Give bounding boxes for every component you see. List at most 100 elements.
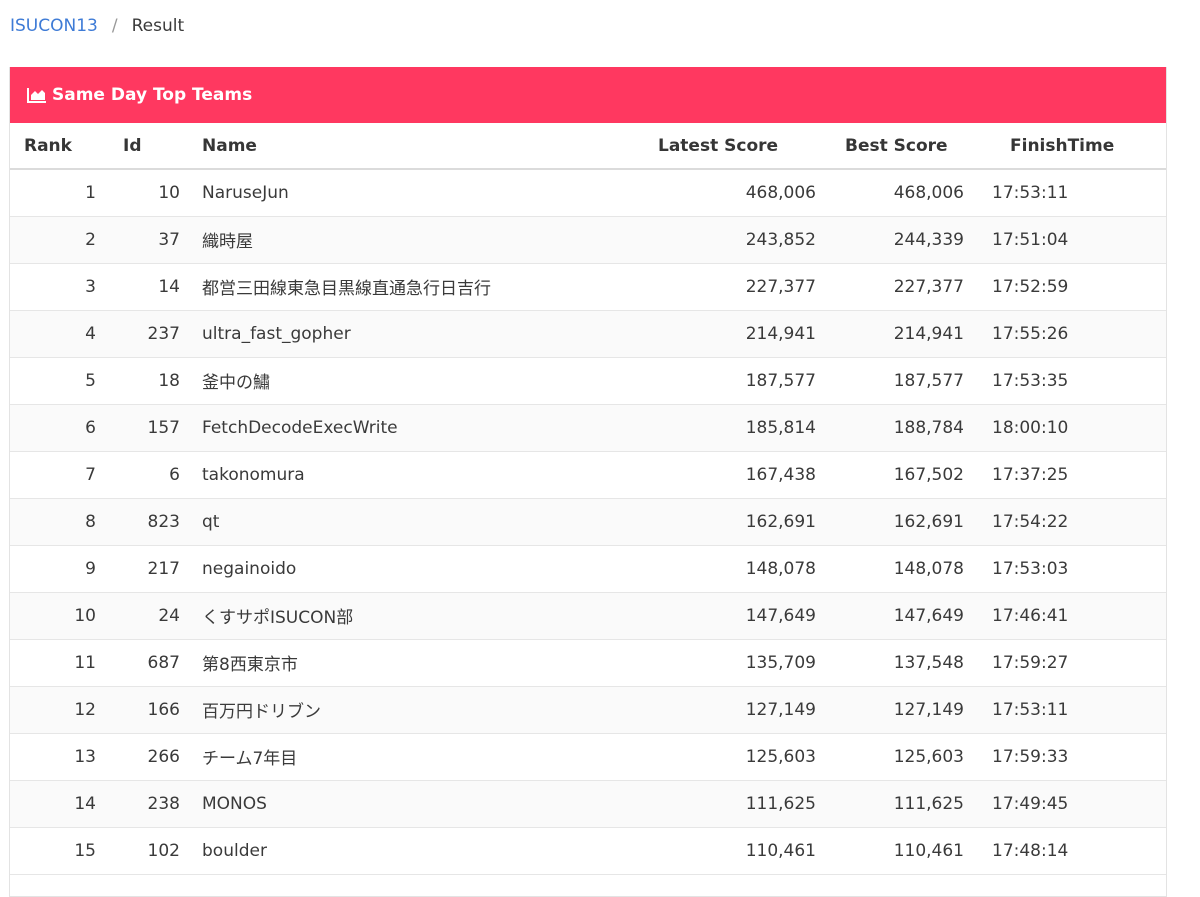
team-name-cell: 釜中の鱐: [182, 357, 590, 405]
latest-score-cell: 127,149: [590, 686, 817, 734]
breadcrumb-home-link[interactable]: ISUCON13: [10, 14, 98, 38]
table-row[interactable]: 8 823 qt 162,691 162,691 17:54:22: [10, 498, 1166, 546]
latest-score-cell: 111,625: [590, 780, 817, 828]
card-title: Same Day Top Teams: [52, 85, 253, 105]
latest-score-cell: 214,941: [590, 310, 817, 358]
best-score-cell: 125,603: [817, 733, 982, 781]
rank-cell: 10: [10, 592, 102, 640]
team-name-cell: NaruseJun: [182, 169, 590, 217]
table-row[interactable]: 7 6 takonomura 167,438 167,502 17:37:25: [10, 451, 1166, 499]
latest-score-cell: 162,691: [590, 498, 817, 546]
best-score-cell: 188,784: [817, 404, 982, 452]
team-name-cell: 織時屋: [182, 216, 590, 264]
table-row[interactable]: 9 217 negainoido 148,078 148,078 17:53:03: [10, 545, 1166, 593]
id-cell: 166: [102, 686, 182, 734]
latest-score-cell: 110,461: [590, 827, 817, 875]
id-cell: 237: [102, 310, 182, 358]
column-header-name[interactable]: Name: [182, 123, 590, 170]
team-name-cell: negainoido: [182, 545, 590, 593]
rank-cell: 11: [10, 639, 102, 687]
best-score-cell: 111,625: [817, 780, 982, 828]
finish-time-cell: 18:00:10: [982, 404, 1166, 452]
finish-time-cell: 17:55:26: [982, 310, 1166, 358]
latest-score-cell: 167,438: [590, 451, 817, 499]
latest-score-cell: 187,577: [590, 357, 817, 405]
team-name-cell: boulder: [182, 827, 590, 875]
finish-time-cell: 17:37:25: [982, 451, 1166, 499]
latest-score-cell: 185,814: [590, 404, 817, 452]
table-row[interactable]: 2 37 織時屋 243,852 244,339 17:51:04: [10, 216, 1166, 264]
table-row[interactable]: 6 157 FetchDecodeExecWrite 185,814 188,784 18…: [10, 404, 1166, 452]
latest-score-cell: 147,649: [590, 592, 817, 640]
table-row[interactable]: 1 10 NaruseJun 468,006 468,006 17:53:11: [10, 169, 1166, 217]
finish-time-cell: 17:59:27: [982, 639, 1166, 687]
table-header-row: Rank Id Name Latest Score Best Score Fin…: [10, 123, 1166, 170]
latest-score-cell: 468,006: [590, 169, 817, 217]
latest-score-cell: 243,852: [590, 216, 817, 264]
column-header-id[interactable]: Id: [102, 123, 182, 170]
best-score-cell: 167,502: [817, 451, 982, 499]
id-cell: 24: [102, 592, 182, 640]
best-score-cell: 227,377: [817, 263, 982, 311]
best-score-cell: 214,941: [817, 310, 982, 358]
table-row[interactable]: 15 102 boulder 110,461 110,461 17:48:14: [10, 827, 1166, 875]
id-cell: 823: [102, 498, 182, 546]
finish-time-cell: 17:53:11: [982, 169, 1166, 217]
finish-time-cell: 17:54:22: [982, 498, 1166, 546]
rank-cell: 6: [10, 404, 102, 452]
rank-cell: 8: [10, 498, 102, 546]
column-header-best-score[interactable]: Best Score: [817, 123, 982, 170]
latest-score-cell: 135,709: [590, 639, 817, 687]
best-score-cell: 137,548: [817, 639, 982, 687]
team-name-cell: MONOS: [182, 780, 590, 828]
finish-time-cell: 17:59:33: [982, 733, 1166, 781]
finish-time-cell: 17:49:45: [982, 780, 1166, 828]
team-name-cell: takonomura: [182, 451, 590, 499]
column-header-finish-time[interactable]: FinishTime: [982, 123, 1166, 170]
team-name-cell: FetchDecodeExecWrite: [182, 404, 590, 452]
table-row[interactable]: 10 24 くすサポISUCON部 147,649 147,649 17:46:41: [10, 592, 1166, 640]
rank-cell: 7: [10, 451, 102, 499]
best-score-cell: 162,691: [817, 498, 982, 546]
table-row[interactable]: 13 266 チーム7年目 125,603 125,603 17:59:33: [10, 733, 1166, 781]
table-row[interactable]: 3 14 都営三田線東急目黒線直通急行日吉行 227,377 227,377 17:52:…: [10, 263, 1166, 311]
finish-time-cell: 17:53:03: [982, 545, 1166, 593]
rank-cell: 9: [10, 545, 102, 593]
rank-cell: 12: [10, 686, 102, 734]
id-cell: 157: [102, 404, 182, 452]
finish-time-cell: 17:46:41: [982, 592, 1166, 640]
best-score-cell: 148,078: [817, 545, 982, 593]
breadcrumb-current: Result: [131, 16, 185, 36]
table-row[interactable]: 14 238 MONOS 111,625 111,625 17:49:45: [10, 780, 1166, 828]
table-row[interactable]: 11 687 第8西東京市 135,709 137,548 17:59:27: [10, 639, 1166, 687]
rank-cell: 1: [10, 169, 102, 217]
table-row[interactable]: 12 166 百万円ドリブン 127,149 127,149 17:53:11: [10, 686, 1166, 734]
team-name-cell: 第8西東京市: [182, 639, 590, 687]
rank-cell: 5: [10, 357, 102, 405]
best-score-cell: 244,339: [817, 216, 982, 264]
id-cell: 266: [102, 733, 182, 781]
best-score-cell: 187,577: [817, 357, 982, 405]
latest-score-cell: 148,078: [590, 545, 817, 593]
rank-cell: 3: [10, 263, 102, 311]
best-score-cell: 147,649: [817, 592, 982, 640]
results-table: Rank Id Name Latest Score Best Score Fin…: [10, 123, 1166, 875]
column-header-rank[interactable]: Rank: [10, 123, 102, 170]
team-name-cell: 百万円ドリブン: [182, 686, 590, 734]
table-row[interactable]: 4 237 ultra_fast_gopher 214,941 214,941 17:55…: [10, 310, 1166, 358]
card-header: Same Day Top Teams: [10, 67, 1166, 123]
team-name-cell: qt: [182, 498, 590, 546]
id-cell: 102: [102, 827, 182, 875]
finish-time-cell: 17:53:35: [982, 357, 1166, 405]
table-row[interactable]: 5 18 釜中の鱐 187,577 187,577 17:53:35: [10, 357, 1166, 405]
team-name-cell: くすサポISUCON部: [182, 592, 590, 640]
breadcrumb-separator: /: [111, 16, 118, 36]
finish-time-cell: 17:52:59: [982, 263, 1166, 311]
finish-time-cell: 17:51:04: [982, 216, 1166, 264]
latest-score-cell: 227,377: [590, 263, 817, 311]
best-score-cell: 127,149: [817, 686, 982, 734]
id-cell: 238: [102, 780, 182, 828]
rank-cell: 14: [10, 780, 102, 828]
latest-score-cell: 125,603: [590, 733, 817, 781]
column-header-latest-score[interactable]: Latest Score: [590, 123, 817, 170]
